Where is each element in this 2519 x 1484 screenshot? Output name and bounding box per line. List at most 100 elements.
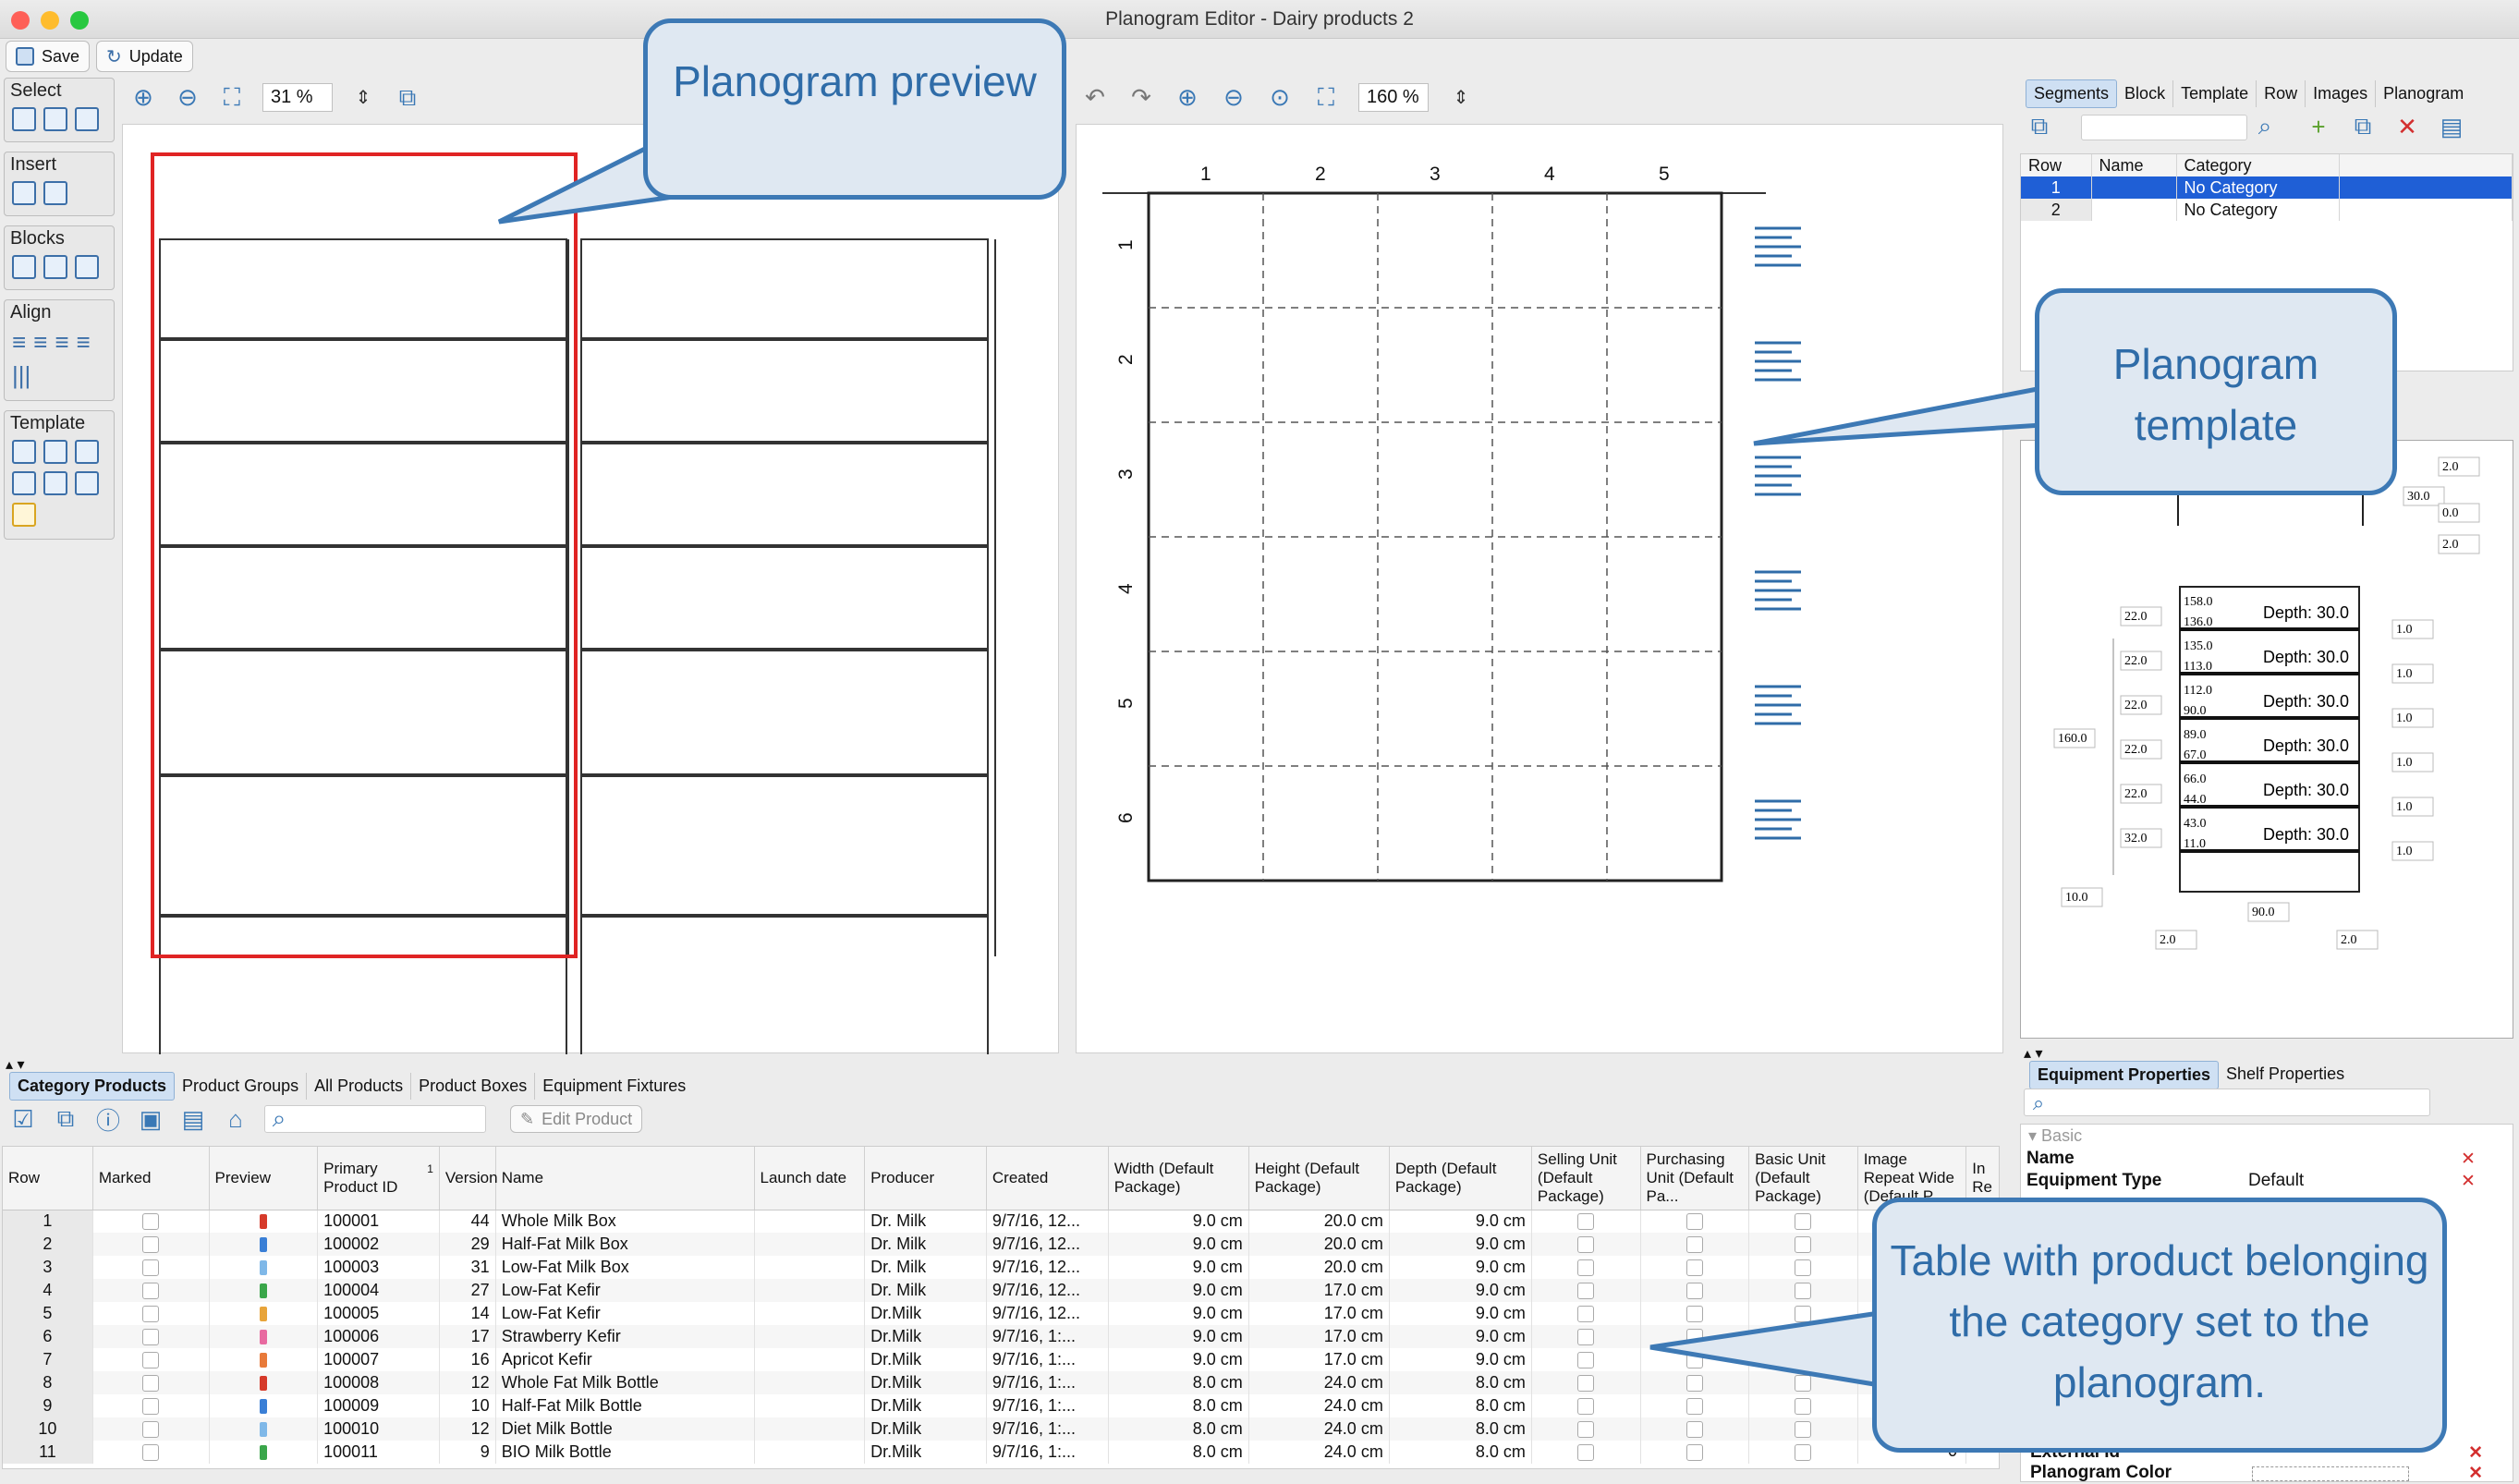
color-swatch[interactable] xyxy=(2252,1466,2409,1481)
table-row[interactable]: 2 100002 29 Half-Fat Milk Box Dr. Milk 9/7/16… xyxy=(3,1233,1999,1256)
column-header[interactable]: Name xyxy=(495,1147,755,1210)
column-header[interactable]: Marked xyxy=(92,1147,210,1210)
edit-product-button[interactable]: ✎ Edit Product xyxy=(510,1105,643,1133)
table-row[interactable]: 9 100009 10 Half-Fat Milk Bottle Dr.Milk 9/7/… xyxy=(3,1394,1999,1417)
checkbox[interactable] xyxy=(1795,1259,1812,1276)
marked-checkbox[interactable] xyxy=(92,1348,210,1371)
table-row[interactable]: 6 100006 17 Strawberry Kefir Dr.Milk 9/7/16, … xyxy=(3,1325,1999,1348)
section-basic[interactable]: ▾ Basic xyxy=(2021,1125,2513,1148)
select-shelf-icon[interactable] xyxy=(12,107,36,131)
selling-unit-checkbox[interactable] xyxy=(1531,1325,1641,1348)
template-zoom-stepper-icon[interactable]: ⇕ xyxy=(1447,84,1475,112)
template-icon-3[interactable] xyxy=(75,440,99,464)
segment-row[interactable]: 1 No Category xyxy=(2021,176,2513,199)
block-left-icon[interactable] xyxy=(12,255,36,279)
segment-settings-icon[interactable]: ▤ xyxy=(2438,113,2465,140)
purchasing-unit-checkbox[interactable] xyxy=(1640,1279,1750,1302)
checkbox[interactable] xyxy=(1685,1328,1703,1345)
align-center-icon[interactable]: ≡ xyxy=(33,329,47,355)
basic-unit-checkbox[interactable] xyxy=(1748,1210,1858,1233)
selling-unit-checkbox[interactable] xyxy=(1531,1210,1641,1233)
checkbox[interactable] xyxy=(1685,1420,1703,1438)
tab-images[interactable]: Images xyxy=(2306,80,2377,107)
template-icon-6[interactable] xyxy=(75,471,99,495)
selling-unit-checkbox[interactable] xyxy=(1531,1441,1641,1464)
tab-category-products[interactable]: Category Products xyxy=(9,1072,176,1101)
selling-unit-checkbox[interactable] xyxy=(1531,1279,1641,1302)
basic-unit-checkbox[interactable] xyxy=(1748,1302,1858,1325)
checkbox[interactable] xyxy=(1685,1212,1703,1230)
checkbox[interactable] xyxy=(1795,1351,1812,1368)
column-header[interactable]: Launch date xyxy=(754,1147,866,1210)
template-icon-4[interactable] xyxy=(12,471,36,495)
checkbox[interactable] xyxy=(1577,1328,1595,1345)
property-row[interactable]: Name ✕ xyxy=(2021,1148,2501,1170)
selected-segment-outline[interactable] xyxy=(151,152,578,958)
mark-all-icon[interactable]: ☑ xyxy=(9,1105,37,1133)
marked-checkbox[interactable] xyxy=(92,1302,210,1325)
column-header[interactable]: Selling Unit (Default Package) xyxy=(1531,1147,1641,1210)
marked-checkbox[interactable] xyxy=(92,1256,210,1279)
marked-checkbox[interactable] xyxy=(92,1210,210,1233)
tab-equipment-fixtures[interactable]: Equipment Fixtures xyxy=(535,1073,693,1100)
insert-product-icon[interactable] xyxy=(12,181,36,205)
column-header[interactable]: Basic Unit (Default Package) xyxy=(1748,1147,1858,1210)
block-right-icon[interactable] xyxy=(75,255,99,279)
template-fit-icon[interactable]: ⛶ xyxy=(1312,83,1340,112)
marked-checkbox[interactable] xyxy=(92,1279,210,1302)
copy-segment-icon[interactable]: ⧉ xyxy=(2349,112,2377,140)
checkbox[interactable] xyxy=(1577,1212,1595,1230)
property-value[interactable] xyxy=(2243,1148,2455,1170)
insert-text-icon[interactable] xyxy=(43,181,67,205)
checkbox[interactable] xyxy=(1577,1259,1595,1276)
column-header[interactable]: Created xyxy=(986,1147,1109,1210)
checkbox[interactable] xyxy=(142,1374,160,1392)
basic-unit-checkbox[interactable] xyxy=(1748,1279,1858,1302)
tab-block[interactable]: Block xyxy=(2117,80,2174,107)
tab-product-boxes[interactable]: Product Boxes xyxy=(411,1073,536,1100)
zoom-in-icon[interactable]: ⊕ xyxy=(129,83,157,112)
segment-row[interactable]: 2 No Category xyxy=(2021,199,2513,221)
checkbox[interactable] xyxy=(142,1259,160,1276)
preview-zoom-field[interactable]: 31 % xyxy=(262,83,333,112)
column-header[interactable]: Version xyxy=(439,1147,498,1210)
checkbox[interactable] xyxy=(142,1328,160,1345)
checkbox[interactable] xyxy=(1685,1351,1703,1368)
column-header[interactable]: Purchasing Unit (Default Pa... xyxy=(1640,1147,1750,1210)
planogram-preview-canvas[interactable] xyxy=(122,124,1059,1077)
checkbox[interactable] xyxy=(1577,1443,1595,1461)
table-row[interactable]: 7 100007 16 Apricot Kefir Dr.Milk 9/7/16, 1:.… xyxy=(3,1348,1999,1371)
marked-checkbox[interactable] xyxy=(92,1441,210,1464)
checkbox[interactable] xyxy=(1795,1282,1812,1299)
checkbox[interactable] xyxy=(142,1397,160,1415)
add-segment-icon[interactable]: + xyxy=(2305,113,2332,140)
checkbox[interactable] xyxy=(1685,1259,1703,1276)
selling-unit-checkbox[interactable] xyxy=(1531,1417,1641,1441)
checkbox[interactable] xyxy=(1685,1374,1703,1392)
checkbox[interactable] xyxy=(1795,1328,1812,1345)
basket-icon[interactable]: ⌂ xyxy=(222,1105,249,1133)
align-columns-icon[interactable]: ||| xyxy=(12,362,30,388)
checkbox[interactable] xyxy=(1795,1420,1812,1438)
selling-unit-checkbox[interactable] xyxy=(1531,1256,1641,1279)
property-value[interactable]: Default xyxy=(2243,1170,2455,1192)
basic-unit-checkbox[interactable] xyxy=(1748,1394,1858,1417)
column-header[interactable]: In Re xyxy=(1965,1147,1999,1210)
checkbox[interactable] xyxy=(1795,1212,1812,1230)
zoom-out-icon[interactable]: ⊖ xyxy=(174,83,201,112)
basic-unit-checkbox[interactable] xyxy=(1748,1348,1858,1371)
checkbox[interactable] xyxy=(1795,1443,1812,1461)
minimize-window-button[interactable] xyxy=(41,11,59,30)
purchasing-unit-checkbox[interactable] xyxy=(1640,1233,1750,1256)
clear-icon[interactable]: ✕ xyxy=(2455,1148,2501,1170)
align-justify-icon[interactable]: ≡ xyxy=(77,329,91,355)
tab-shelf-properties[interactable]: Shelf Properties xyxy=(2219,1061,2352,1089)
purchasing-unit-checkbox[interactable] xyxy=(1640,1417,1750,1441)
zoom-reset-icon[interactable]: ⊙ xyxy=(1266,83,1294,112)
column-header[interactable]: Height (Default Package) xyxy=(1248,1147,1390,1210)
column-header[interactable]: Depth (Default Package) xyxy=(1389,1147,1532,1210)
selling-unit-checkbox[interactable] xyxy=(1531,1348,1641,1371)
purchasing-unit-checkbox[interactable] xyxy=(1640,1256,1750,1279)
checkbox[interactable] xyxy=(1577,1305,1595,1322)
marked-checkbox[interactable] xyxy=(92,1233,210,1256)
